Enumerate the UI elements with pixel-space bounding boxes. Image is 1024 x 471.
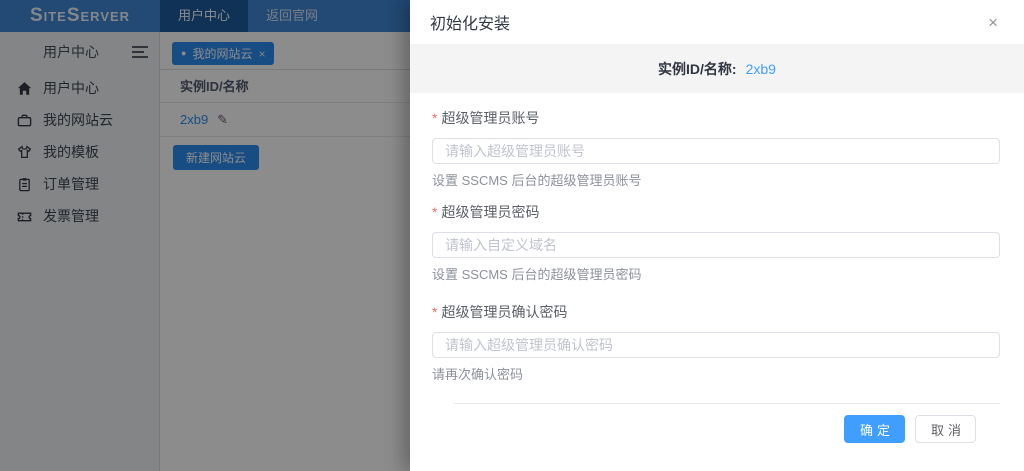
- drawer-title: 初始化安装: [430, 10, 510, 34]
- admin-account-field-group: *超级管理员账号 设置 SSCMS 后台的超级管理员账号: [432, 108, 1000, 190]
- admin-password-input[interactable]: [432, 232, 1000, 258]
- drawer-header: 初始化安装 ×: [410, 0, 1024, 45]
- confirm-button[interactable]: 确定: [844, 415, 905, 443]
- field-label: *超级管理员确认密码: [432, 302, 1000, 322]
- admin-confirm-password-field-group: *超级管理员确认密码 请再次确认密码: [432, 302, 1000, 384]
- instance-info-value-link[interactable]: 2xb9: [746, 61, 776, 77]
- required-mark: *: [432, 304, 437, 320]
- instance-info-bar: 实例ID/名称: 2xb9: [410, 45, 1024, 93]
- admin-password-field-group: *超级管理员密码 设置 SSCMS 后台的超级管理员密码: [432, 202, 1000, 284]
- field-label-text: 超级管理员账号: [441, 110, 539, 126]
- required-mark: *: [432, 204, 437, 220]
- cancel-button[interactable]: 取消: [915, 415, 976, 443]
- instance-info-label: 实例ID/名称:: [658, 59, 737, 79]
- init-install-drawer: 初始化安装 × 实例ID/名称: 2xb9 *超级管理员账号 设置 SSCMS …: [410, 0, 1024, 471]
- field-hint: 请再次确认密码: [432, 366, 1000, 384]
- field-label: *超级管理员账号: [432, 108, 1000, 128]
- field-label-text: 超级管理员密码: [441, 204, 539, 220]
- init-install-form: *超级管理员账号 设置 SSCMS 后台的超级管理员账号 *超级管理员密码 设置…: [410, 93, 1024, 443]
- admin-account-input[interactable]: [432, 138, 1000, 164]
- page: SiteServer 用户中心 返回官网 用户中心 用户中心 我的网站云 我的模…: [0, 0, 1024, 471]
- required-mark: *: [432, 110, 437, 126]
- field-label: *超级管理员密码: [432, 202, 1000, 222]
- field-label-text: 超级管理员确认密码: [441, 304, 567, 320]
- admin-confirm-password-input[interactable]: [432, 332, 1000, 358]
- drawer-footer: 确定 取消: [432, 404, 1000, 443]
- close-icon[interactable]: ×: [988, 14, 998, 31]
- field-hint: 设置 SSCMS 后台的超级管理员账号: [432, 172, 1000, 190]
- field-hint: 设置 SSCMS 后台的超级管理员密码: [432, 266, 1000, 284]
